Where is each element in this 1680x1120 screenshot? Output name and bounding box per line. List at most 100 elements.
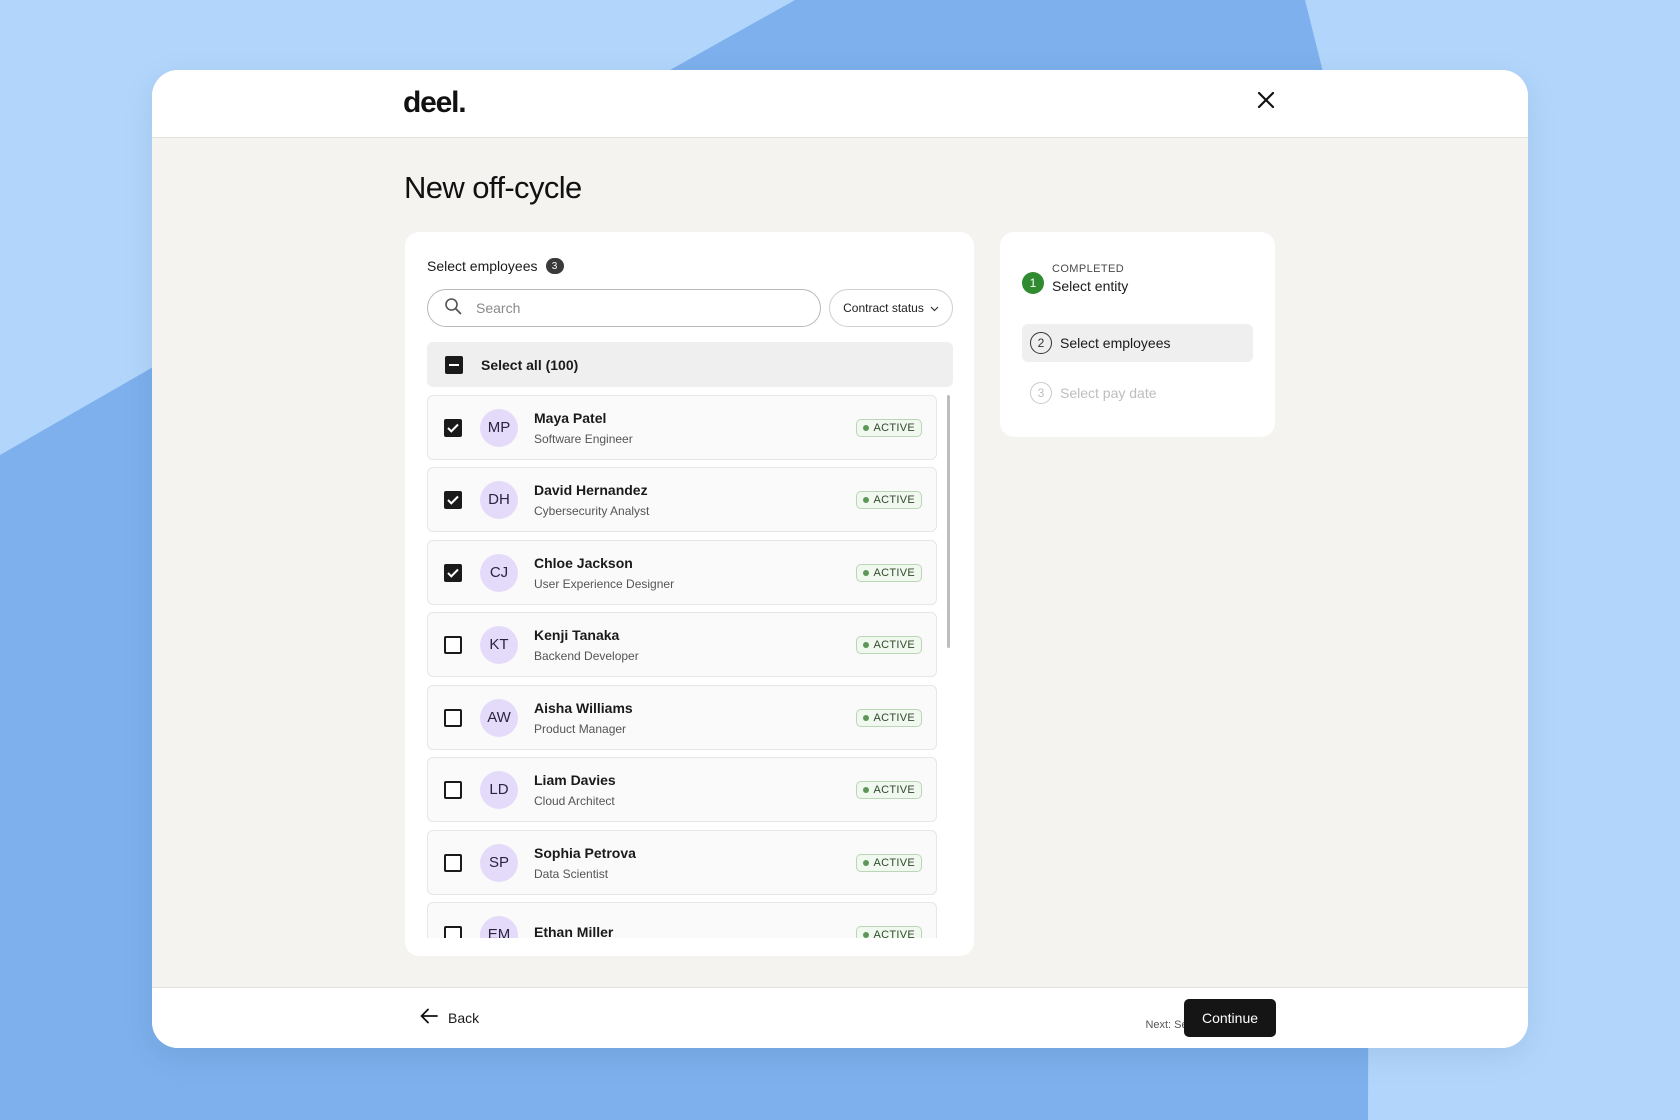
employee-name: Sophia Petrova xyxy=(534,844,636,861)
close-icon xyxy=(1257,91,1275,114)
status-dot-icon xyxy=(863,932,870,938)
status-badge: ACTIVE xyxy=(856,709,922,727)
employee-role: Backend Developer xyxy=(534,648,639,663)
step-select-entity[interactable]: 1 COMPLETED Select entity xyxy=(1022,262,1253,294)
checkmark-icon xyxy=(447,568,459,578)
employee-row[interactable]: CJ Chloe Jackson User Experience Designe… xyxy=(427,540,937,605)
employee-name: Liam Davies xyxy=(534,771,616,788)
chevron-down-icon xyxy=(930,301,939,315)
deel-logo: deel. xyxy=(403,86,467,119)
employee-name: Kenji Tanaka xyxy=(534,626,620,643)
employee-row[interactable]: MP Maya Patel Software Engineer ACTIVE xyxy=(427,395,937,460)
step-select-pay-date: 3 Select pay date xyxy=(1022,382,1253,404)
status-badge: ACTIVE xyxy=(856,491,922,509)
modal-footer: Back Step 2 of 3 Next: Select pay date C… xyxy=(152,987,1528,1048)
employee-info: Maya Patel Software Engineer xyxy=(534,410,633,446)
employee-checkbox[interactable] xyxy=(444,418,462,437)
status-text: ACTIVE xyxy=(873,494,915,506)
status-badge: ACTIVE xyxy=(856,854,922,872)
status-dot-icon xyxy=(863,860,870,866)
back-button[interactable]: Back xyxy=(420,1008,479,1027)
avatar: SP xyxy=(480,843,518,882)
employee-checkbox[interactable] xyxy=(444,563,462,582)
status-dot-icon xyxy=(863,425,870,431)
employee-row[interactable]: DH David Hernandez Cybersecurity Analyst… xyxy=(427,467,937,532)
page-title: New off-cycle xyxy=(404,170,582,205)
employee-row[interactable]: LD Liam Davies Cloud Architect ACTIVE xyxy=(427,757,937,822)
employee-info: Kenji Tanaka Backend Developer xyxy=(534,627,639,663)
status-badge: ACTIVE xyxy=(856,564,922,582)
status-text: ACTIVE xyxy=(873,712,915,724)
employee-checkbox[interactable] xyxy=(444,490,462,509)
status-dot-icon xyxy=(863,570,870,576)
avatar: LD xyxy=(480,770,518,809)
avatar: DH xyxy=(480,480,518,519)
employee-info: Liam Davies Cloud Architect xyxy=(534,772,616,808)
filter-label: Contract status xyxy=(843,301,924,315)
avatar: AW xyxy=(480,698,518,737)
status-text: ACTIVE xyxy=(873,639,915,651)
list-scrollbar[interactable] xyxy=(947,395,950,648)
contract-status-filter[interactable]: Contract status xyxy=(829,289,953,327)
arrow-left-icon xyxy=(420,1008,438,1027)
step-number: 3 xyxy=(1030,382,1052,404)
step-number: 2 xyxy=(1030,332,1052,354)
select-all-row[interactable]: Select all (100) xyxy=(427,342,953,387)
employee-checkbox[interactable] xyxy=(444,635,462,654)
employee-role: Data Scientist xyxy=(534,866,609,881)
employee-role: Cloud Architect xyxy=(534,793,615,808)
employee-checkbox[interactable] xyxy=(444,780,462,799)
employee-checkbox[interactable] xyxy=(444,853,462,872)
employee-checkbox[interactable] xyxy=(444,708,462,727)
employee-row[interactable]: AW Aisha Williams Product Manager ACTIVE xyxy=(427,685,937,750)
employee-info: Chloe Jackson User Experience Designer xyxy=(534,555,674,591)
selected-count-badge: 3 xyxy=(545,258,564,274)
status-dot-icon xyxy=(863,715,870,721)
employee-checkbox[interactable] xyxy=(444,925,462,938)
status-text: ACTIVE xyxy=(873,857,915,869)
employee-role: User Experience Designer xyxy=(534,576,675,591)
employee-row[interactable]: EM Ethan Miller ACTIVE xyxy=(427,902,937,938)
employee-name: Maya Patel xyxy=(534,409,607,426)
status-badge: ACTIVE xyxy=(856,781,922,799)
employee-info: Aisha Williams Product Manager xyxy=(534,700,633,736)
search-field[interactable] xyxy=(427,289,821,327)
status-badge: ACTIVE xyxy=(856,419,922,437)
avatar: KT xyxy=(480,625,518,664)
status-text: ACTIVE xyxy=(873,929,915,938)
status-text: ACTIVE xyxy=(873,422,915,434)
employee-info: Ethan Miller xyxy=(534,924,613,939)
step-select-employees[interactable]: 2 Select employees xyxy=(1022,324,1253,362)
select-all-checkbox[interactable] xyxy=(445,355,463,374)
status-badge: ACTIVE xyxy=(856,926,922,938)
section-title: Select employees xyxy=(427,258,538,274)
search-icon xyxy=(444,297,462,320)
employee-selection-heading: Select employees 3 xyxy=(427,258,564,274)
employee-name: David Hernandez xyxy=(534,481,648,498)
continue-button[interactable]: Continue xyxy=(1184,999,1276,1037)
employee-name: Aisha Williams xyxy=(534,699,633,716)
employee-info: Sophia Petrova Data Scientist xyxy=(534,845,636,881)
avatar: MP xyxy=(480,408,518,447)
step-label: Select employees xyxy=(1060,335,1171,351)
step-label: Select pay date xyxy=(1060,385,1157,401)
employee-role: Software Engineer xyxy=(534,431,633,446)
employee-row[interactable]: KT Kenji Tanaka Backend Developer ACTIVE xyxy=(427,612,937,677)
status-dot-icon xyxy=(863,787,870,793)
employee-list[interactable]: MP Maya Patel Software Engineer ACTIVE D… xyxy=(427,395,939,938)
status-dot-icon xyxy=(863,497,870,503)
status-dot-icon xyxy=(863,642,870,648)
progress-steps-card: 1 COMPLETED Select entity 2 Select emplo… xyxy=(1000,232,1275,437)
search-input[interactable] xyxy=(476,300,776,316)
employee-row[interactable]: SP Sophia Petrova Data Scientist ACTIVE xyxy=(427,830,937,895)
employee-role: Cybersecurity Analyst xyxy=(534,503,650,518)
employee-selection-card: Select employees 3 Contract status Selec… xyxy=(405,232,974,956)
checkmark-icon xyxy=(447,495,459,505)
employee-info: David Hernandez Cybersecurity Analyst xyxy=(534,482,649,518)
close-button[interactable] xyxy=(1250,86,1282,118)
status-badge: ACTIVE xyxy=(856,636,922,654)
off-cycle-modal: deel. New off-cycle Select employees 3 C… xyxy=(152,70,1528,1048)
step-status: COMPLETED xyxy=(1052,262,1125,275)
avatar: EM xyxy=(480,915,518,938)
checkmark-icon xyxy=(447,423,459,433)
